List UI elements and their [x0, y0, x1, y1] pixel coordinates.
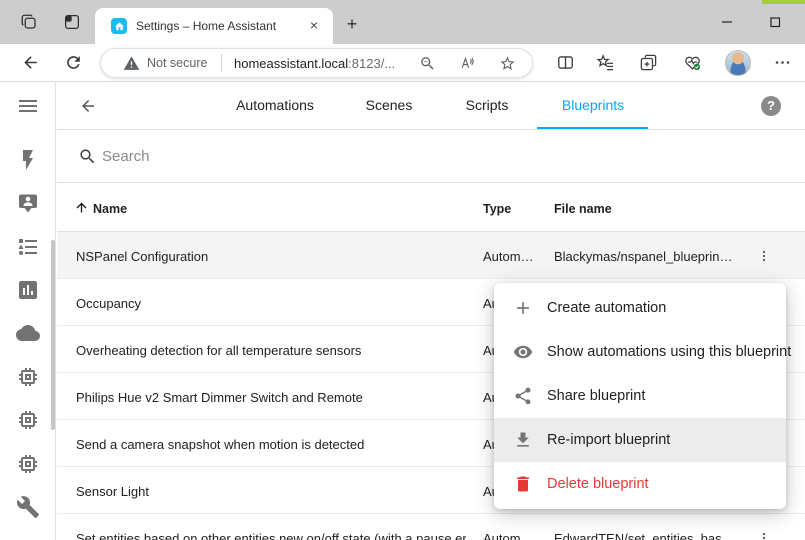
column-header-file[interactable]: File name	[554, 202, 612, 216]
active-tab-underline	[537, 127, 648, 129]
lightning-bolt-icon[interactable]	[16, 148, 40, 172]
browser-toolbar: Not secure homeassistant.local:8123/...	[0, 44, 805, 82]
wrench-icon[interactable]	[16, 495, 40, 519]
chip-icon[interactable]	[16, 365, 40, 389]
plus-icon	[513, 298, 533, 318]
chip-icon[interactable]	[16, 452, 40, 476]
url-divider	[221, 54, 222, 72]
favorites-list-icon[interactable]	[596, 53, 615, 72]
column-header-type[interactable]: Type	[483, 202, 511, 216]
trash-icon	[513, 474, 533, 494]
address-bar[interactable]: Not secure homeassistant.local:8123/...	[100, 48, 533, 78]
window-maximize-button[interactable]	[767, 14, 783, 30]
history-chart-icon[interactable]	[16, 278, 40, 302]
row-name: Philips Hue v2 Smart Dimmer Switch and R…	[76, 390, 363, 405]
row-overflow-menu-icon[interactable]	[756, 526, 772, 540]
hamburger-menu-icon[interactable]	[16, 94, 40, 118]
sort-ascending-arrow-icon[interactable]	[74, 200, 89, 215]
menu-item-download[interactable]: Re-import blueprint	[494, 418, 786, 462]
url-host: homeassistant.local	[234, 56, 348, 71]
row-name: Sensor Light	[76, 484, 149, 499]
not-secure-warning-icon[interactable]	[123, 55, 140, 72]
cloud-icon[interactable]	[16, 321, 40, 345]
table-header: Name Type File name	[57, 183, 805, 232]
zoom-out-icon[interactable]	[419, 55, 436, 72]
browser-essentials-icon[interactable]	[683, 53, 702, 72]
new-tab-button[interactable]: +	[343, 16, 361, 34]
browser-titlebar: Settings – Home Assistant × +	[0, 0, 805, 44]
home-assistant-favicon	[111, 18, 127, 34]
tab-scripts[interactable]: Scripts	[466, 97, 509, 113]
screen-share-indicator-strip	[762, 0, 805, 4]
share-icon	[513, 386, 533, 406]
chip-icon[interactable]	[16, 408, 40, 432]
favorite-star-icon[interactable]	[499, 55, 516, 72]
menu-item-eye[interactable]: Show automations using this blueprint	[494, 330, 786, 374]
row-type: Autom…	[483, 531, 534, 540]
person-badge-icon[interactable]	[16, 191, 40, 215]
read-aloud-icon[interactable]	[458, 55, 475, 72]
tab-automations[interactable]: Automations	[236, 97, 314, 113]
search-input[interactable]	[102, 144, 702, 168]
browser-refresh-icon[interactable]	[64, 53, 83, 72]
profile-avatar[interactable]	[725, 50, 751, 76]
blueprint-context-menu: Create automation Show automations using…	[494, 283, 786, 509]
row-name: Send a camera snapshot when motion is de…	[76, 437, 364, 452]
search-icon	[78, 147, 97, 166]
collections-icon[interactable]	[639, 53, 658, 72]
browser-tab-active[interactable]: Settings – Home Assistant ×	[95, 8, 333, 44]
browser-menu-dots-icon[interactable]	[773, 53, 792, 72]
row-type: Autom…	[483, 249, 534, 264]
tab-scenes[interactable]: Scenes	[366, 97, 413, 113]
sidebar-scrollbar-thumb[interactable]	[51, 240, 55, 430]
row-name: Set entities based on other entities new…	[76, 531, 466, 540]
tab-close-icon[interactable]: ×	[305, 16, 323, 34]
eye-icon	[513, 342, 533, 362]
ha-sidebar	[0, 82, 56, 540]
url-text[interactable]: homeassistant.local:8123/...	[234, 56, 395, 71]
download-icon	[513, 430, 533, 450]
logbook-list-icon[interactable]	[16, 235, 40, 259]
ha-back-arrow-icon[interactable]	[79, 97, 97, 115]
table-row[interactable]: NSPanel Configuration Autom… Blackymas/n…	[57, 232, 805, 279]
menu-item-share[interactable]: Share blueprint	[494, 374, 786, 418]
ha-header: Automations Scenes Scripts Blueprints ?	[57, 82, 805, 130]
window-minimize-button[interactable]	[719, 14, 735, 30]
tab-title: Settings – Home Assistant	[136, 19, 276, 33]
row-file: Blackymas/nspanel_blueprin…	[554, 249, 732, 264]
table-row[interactable]: Set entities based on other entities new…	[57, 514, 805, 540]
menu-item-plus[interactable]: Create automation	[494, 286, 786, 330]
row-file: EdwardTEN/set_entities_bas…	[554, 531, 735, 540]
row-overflow-menu-icon[interactable]	[756, 244, 772, 268]
column-header-name[interactable]: Name	[93, 202, 127, 216]
search-bar	[57, 130, 805, 183]
url-tail: :8123/...	[348, 56, 395, 71]
tab-stacks-icon[interactable]	[20, 13, 38, 31]
row-name: Occupancy	[76, 296, 141, 311]
browser-back-icon[interactable]	[21, 53, 40, 72]
workspaces-icon[interactable]	[63, 13, 81, 31]
split-screen-icon[interactable]	[556, 53, 575, 72]
row-name: Overheating detection for all temperatur…	[76, 343, 361, 358]
help-icon[interactable]: ?	[761, 96, 781, 116]
security-status-label[interactable]: Not secure	[147, 56, 207, 70]
row-name: NSPanel Configuration	[76, 249, 208, 264]
menu-item-trash[interactable]: Delete blueprint	[494, 462, 786, 506]
tab-blueprints[interactable]: Blueprints	[562, 97, 624, 113]
